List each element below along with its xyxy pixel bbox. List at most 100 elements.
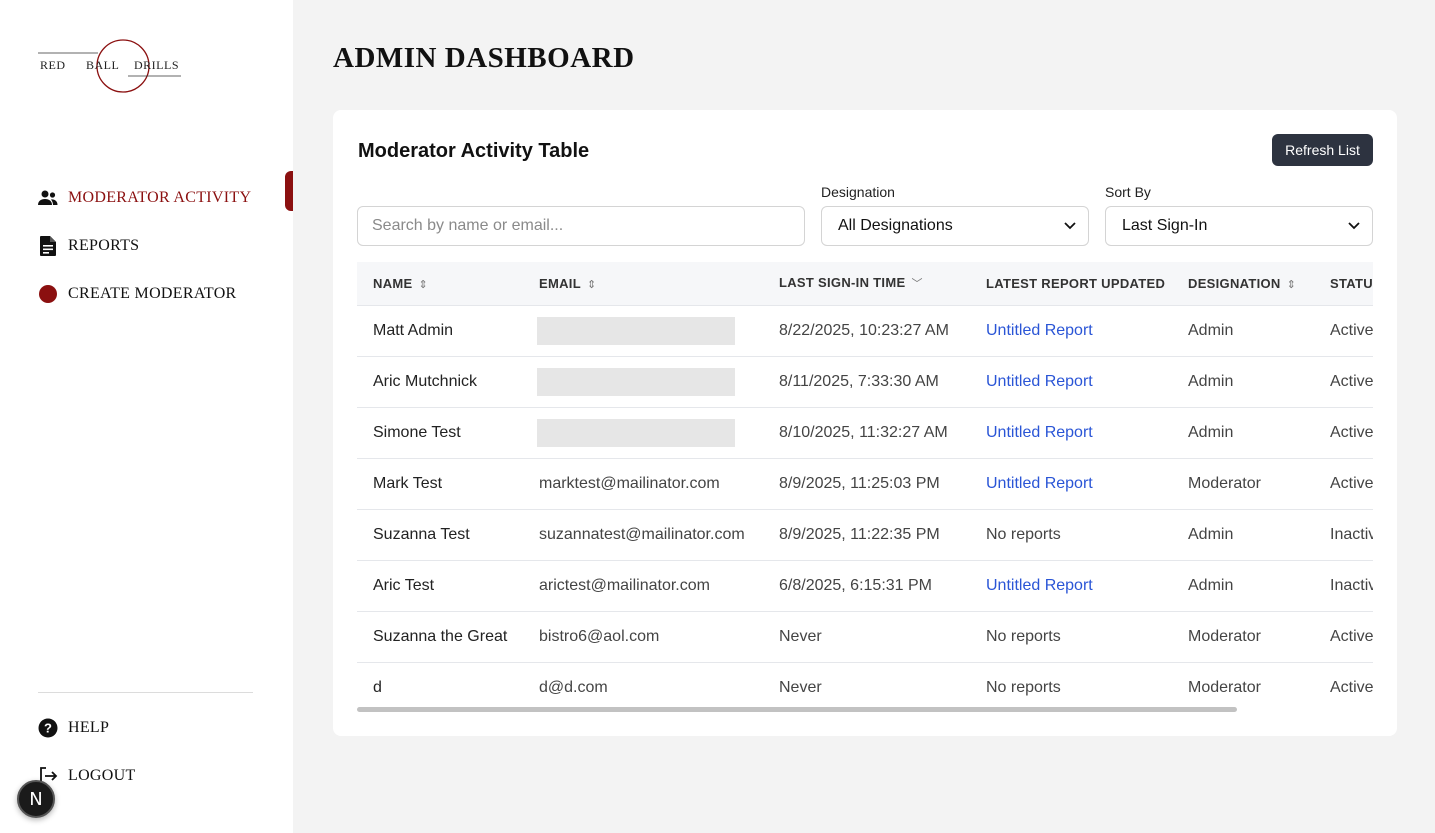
- sidebar-item-label: HELP: [68, 719, 110, 736]
- cell-status: Active: [1314, 611, 1373, 663]
- cell-email: [523, 305, 763, 357]
- designation-value: All Designations: [838, 217, 953, 234]
- active-indicator: [285, 171, 293, 211]
- column-header-email[interactable]: EMAIL ⇕: [523, 262, 763, 306]
- cell-report: Untitled Report: [970, 407, 1172, 459]
- sidebar-item-logout[interactable]: LOGOUT: [38, 752, 253, 800]
- table-row: Simone Test 8/10/2025, 11:32:27 AM Untit…: [357, 407, 1373, 459]
- cell-status: Active: [1314, 458, 1373, 510]
- report-link[interactable]: Untitled Report: [986, 475, 1093, 492]
- svg-text:DRILLS: DRILLS: [134, 58, 179, 72]
- cell-report: No reports: [970, 662, 1172, 709]
- column-header-status[interactable]: STATUS: [1314, 262, 1373, 306]
- cell-report: No reports: [970, 509, 1172, 561]
- cell-name: Suzanna the Great: [357, 611, 523, 663]
- cell-report: No reports: [970, 611, 1172, 663]
- column-header-designation[interactable]: DESIGNATION ⇕: [1172, 262, 1314, 306]
- next-dev-badge[interactable]: N: [17, 780, 55, 818]
- red-ball-drills-logo[interactable]: RED BALL DRILLS: [38, 38, 184, 94]
- refresh-list-button[interactable]: Refresh List: [1272, 134, 1373, 166]
- table-row: Aric Mutchnick 8/11/2025, 7:33:30 AM Unt…: [357, 356, 1373, 408]
- horizontal-scrollbar[interactable]: [357, 707, 1237, 712]
- chevron-down-icon: [1348, 219, 1360, 233]
- table-row: Mark Test marktest@mailinator.com 8/9/20…: [357, 458, 1373, 510]
- redacted-email: [537, 418, 735, 447]
- cell-status: Active: [1314, 305, 1373, 357]
- question-icon: ?: [38, 718, 58, 738]
- report-link[interactable]: Untitled Report: [986, 577, 1093, 594]
- report-link[interactable]: Untitled Report: [986, 322, 1093, 339]
- next-badge-letter: N: [29, 788, 43, 810]
- sidebar-divider: [38, 692, 253, 693]
- svg-text:RED: RED: [40, 58, 66, 72]
- sidebar-item-label: MODERATOR ACTIVITY: [68, 189, 252, 206]
- column-header-label: STATUS: [1330, 275, 1373, 291]
- card-title: Moderator Activity Table: [358, 140, 590, 162]
- moderator-table-container[interactable]: NAME ⇕ EMAIL ⇕ LAST SIGN-IN TIME ﹀ LATEST R…: [357, 262, 1373, 709]
- sidebar-item-label: REPORTS: [68, 237, 140, 254]
- column-header-label: NAME: [373, 275, 413, 291]
- cell-status: Active: [1314, 662, 1373, 709]
- chevron-down-icon: ﹀: [911, 278, 923, 291]
- column-header-last-sign-in[interactable]: LAST SIGN-IN TIME ﹀: [763, 262, 970, 306]
- sidebar-item-create-moderator[interactable]: CREATE MODERATOR: [38, 270, 293, 318]
- report-link[interactable]: Untitled Report: [986, 424, 1093, 441]
- cell-name: Suzanna Test: [357, 509, 523, 561]
- cell-status: Inactive: [1314, 560, 1373, 612]
- cell-status: Inactive: [1314, 509, 1373, 561]
- sidebar-item-reports[interactable]: REPORTS: [38, 222, 293, 270]
- table-row: d d@d.com Never No reports Moderator Act…: [357, 662, 1373, 709]
- cell-last-sign-in: 8/22/2025, 10:23:27 AM: [763, 305, 970, 357]
- cell-email: [523, 356, 763, 408]
- search-input[interactable]: [357, 206, 805, 246]
- document-icon: [38, 236, 58, 256]
- sort-arrows-icon: ⇕: [586, 278, 597, 291]
- cell-designation: Admin: [1172, 407, 1314, 459]
- designation-label: Designation: [821, 184, 895, 200]
- column-header-label: DESIGNATION: [1188, 275, 1281, 291]
- cell-last-sign-in: 8/9/2025, 11:22:35 PM: [763, 509, 970, 561]
- cell-designation: Moderator: [1172, 611, 1314, 663]
- users-icon: [38, 188, 58, 208]
- cell-last-sign-in: Never: [763, 611, 970, 663]
- cell-status: Active: [1314, 356, 1373, 408]
- cell-name: d: [357, 662, 523, 709]
- table-header-row: NAME ⇕ EMAIL ⇕ LAST SIGN-IN TIME ﹀ LATEST R…: [357, 262, 1373, 306]
- column-header-label: LAST SIGN-IN TIME: [779, 275, 906, 291]
- table-row: Suzanna Test suzannatest@mailinator.com …: [357, 509, 1373, 561]
- cell-status: Active: [1314, 407, 1373, 459]
- sidebar-item-label: LOGOUT: [68, 767, 136, 784]
- column-header-name[interactable]: NAME ⇕: [357, 262, 523, 306]
- cell-report: Untitled Report: [970, 458, 1172, 510]
- cell-name: Aric Test: [357, 560, 523, 612]
- redacted-email: [537, 316, 735, 345]
- table-row: Suzanna the Great bistro6@aol.com Never …: [357, 611, 1373, 663]
- cell-designation: Admin: [1172, 509, 1314, 561]
- sidebar-item-help[interactable]: ? HELP: [38, 704, 253, 752]
- cell-name: Matt Admin: [357, 305, 523, 357]
- cell-name: Simone Test: [357, 407, 523, 459]
- red-dot-icon: [38, 284, 58, 304]
- sort-arrows-icon: ⇕: [1286, 278, 1297, 291]
- cell-email: [523, 407, 763, 459]
- cell-email: d@d.com: [523, 662, 763, 709]
- cell-last-sign-in: 6/8/2025, 6:15:31 PM: [763, 560, 970, 612]
- cell-report: Untitled Report: [970, 305, 1172, 357]
- cell-last-sign-in: 8/10/2025, 11:32:27 AM: [763, 407, 970, 459]
- cell-designation: Moderator: [1172, 662, 1314, 709]
- svg-text:?: ?: [44, 721, 52, 736]
- designation-select[interactable]: All Designations: [821, 206, 1089, 246]
- sidebar-bottom-nav: ? HELP LOGOUT: [38, 704, 253, 800]
- sort-by-select[interactable]: Last Sign-In: [1105, 206, 1373, 246]
- chevron-down-icon: [1064, 219, 1076, 233]
- column-header-latest-report: LATEST REPORT UPDATED: [970, 262, 1172, 306]
- cell-designation: Admin: [1172, 305, 1314, 357]
- cell-designation: Admin: [1172, 560, 1314, 612]
- sort-by-label: Sort By: [1105, 184, 1151, 200]
- cell-designation: Moderator: [1172, 458, 1314, 510]
- sidebar-item-moderator-activity[interactable]: MODERATOR ACTIVITY: [38, 174, 293, 222]
- page-title: ADMIN DASHBOARD: [333, 42, 635, 74]
- report-link[interactable]: Untitled Report: [986, 373, 1093, 390]
- table-row: Matt Admin 8/22/2025, 10:23:27 AM Untitl…: [357, 305, 1373, 357]
- cell-last-sign-in: Never: [763, 662, 970, 709]
